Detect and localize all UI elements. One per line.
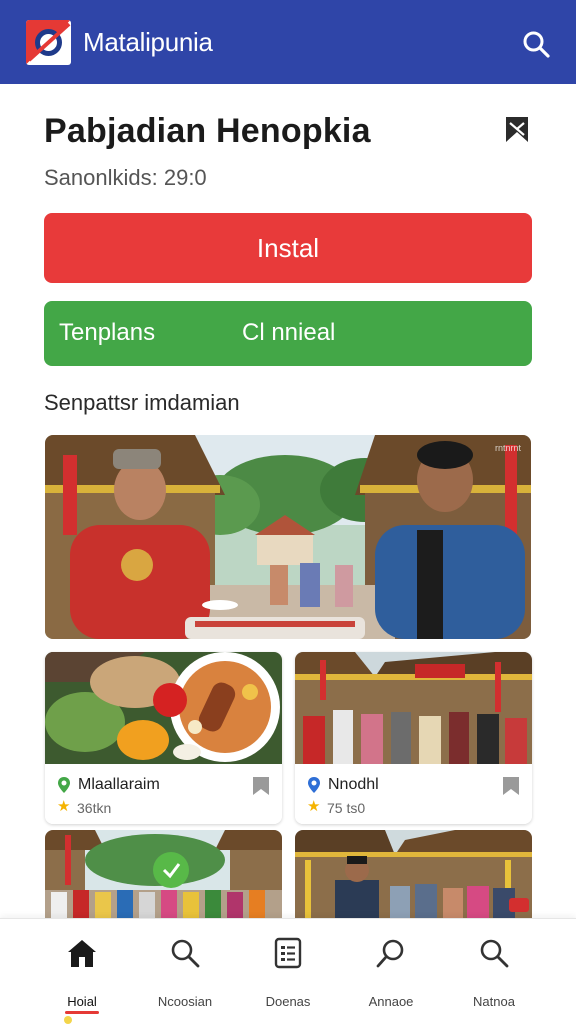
nav-item-label: Hoial: [67, 994, 97, 1009]
bookmark-icon[interactable]: [252, 776, 270, 796]
place-card-partial[interactable]: [45, 830, 282, 930]
active-tab-indicator: [65, 1011, 99, 1014]
app-title: Matalipunia: [83, 26, 213, 57]
app-screen: Matalipunia Pabjadian Henopkia Sanonlkid…: [0, 0, 576, 1024]
nav-item-documents[interactable]: Doenas: [238, 937, 338, 1017]
top-app-bar: Matalipunia: [0, 0, 576, 84]
green-button-right-label: Cl nnieal: [242, 319, 336, 346]
nav-item-label: Ncoosian: [157, 994, 213, 1009]
home-icon: [68, 940, 96, 967]
card-info: Mlaallaraim ★ 36tkn: [45, 764, 282, 824]
search-icon[interactable]: [522, 30, 550, 58]
place-card-partial[interactable]: [295, 830, 532, 930]
nav-item-label: Doenas: [265, 994, 311, 1009]
hero-photo[interactable]: rntnrnt: [45, 435, 531, 639]
location-pin-icon: [58, 777, 70, 793]
nav-item-label: Natnoa: [473, 994, 515, 1009]
section-heading: Senpattsr imdamian: [44, 390, 240, 415]
bookmark-icon[interactable]: [502, 776, 520, 796]
place-card[interactable]: Mlaallaraim ★ 36tkn: [45, 652, 282, 824]
village-photo: [295, 830, 532, 930]
place-card[interactable]: Nnodhl ★ 75 ts0: [295, 652, 532, 824]
search-icon: [171, 939, 200, 968]
app-logo-icon[interactable]: [26, 19, 71, 65]
star-icon: ★: [307, 798, 321, 815]
card-rating: 75 ts0: [327, 800, 366, 816]
food-photo: [45, 652, 282, 764]
green-button-left-label: Tenplans: [59, 319, 156, 346]
nav-item-home[interactable]: Hoial: [32, 937, 132, 1017]
search-icon: [376, 939, 404, 968]
search-icon: [480, 939, 509, 968]
install-button-label: Instal: [256, 232, 320, 263]
page-title: Pabjadian Henopkia: [44, 112, 371, 150]
subtitle: Sanonlkids: 29:0: [44, 165, 207, 190]
nav-item-annaoe[interactable]: Annaoe: [341, 937, 441, 1017]
nav-item-label: Annaoe: [368, 994, 414, 1009]
bookmark-icon[interactable]: [504, 116, 530, 143]
card-place-name: Mlaallaraim: [78, 776, 160, 793]
card-place-name: Nnodhl: [328, 776, 379, 793]
green-action-button[interactable]: Tenplans Cl nnieal: [44, 301, 532, 366]
hero-watermark: rntnrnt: [494, 443, 521, 453]
nav-item-natnoa[interactable]: Natnoa: [444, 937, 544, 1017]
village-photo: [45, 830, 282, 930]
location-pin-icon: [308, 777, 320, 793]
hero-photo-illustration: [45, 435, 531, 639]
document-list-icon: [274, 937, 302, 969]
bottom-navigation: Hoial Ncoosian Doenas Annaoe Natnoa: [0, 918, 576, 1024]
install-button[interactable]: Instal: [44, 213, 532, 283]
village-photo: [295, 652, 532, 764]
home-indicator: [64, 1016, 72, 1024]
card-info: Nnodhl ★ 75 ts0: [295, 764, 532, 824]
star-icon: ★: [57, 798, 71, 815]
card-rating: 36tkn: [77, 800, 112, 816]
nav-item-search[interactable]: Ncoosian: [135, 937, 235, 1017]
